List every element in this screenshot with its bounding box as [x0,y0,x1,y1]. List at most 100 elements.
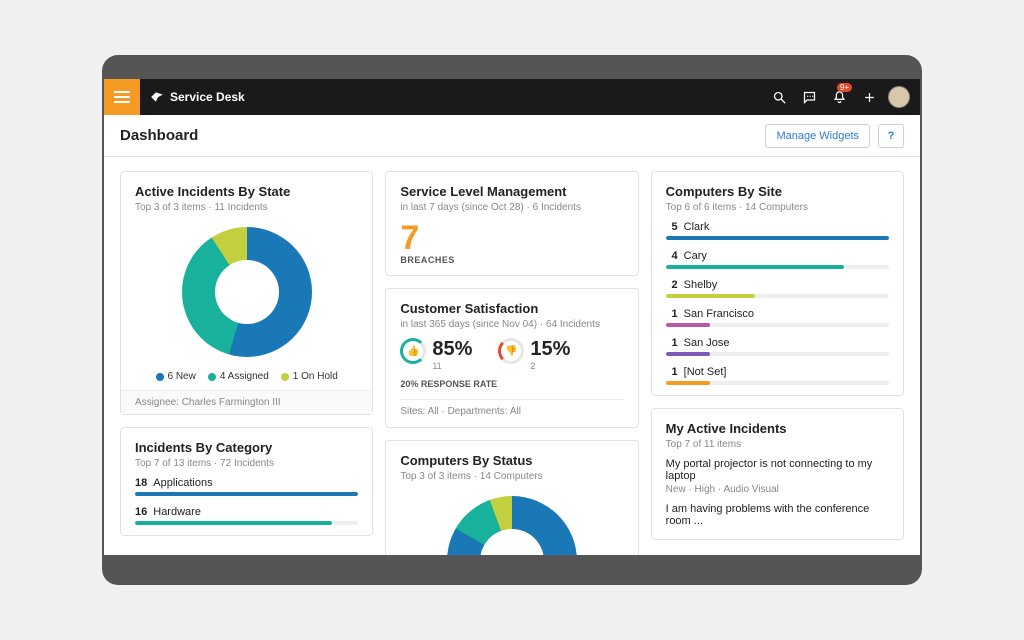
laptop-frame: Service Desk 9+ Dashboard Manage Widgets… [102,55,922,585]
bar-label: Applications [153,477,212,489]
bar-count: 2 [666,279,678,291]
page-title: Dashboard [120,127,198,144]
incident-meta: New · High · Audio Visual [666,484,889,495]
widget-active-incidents-by-state[interactable]: Active Incidents By State Top 3 of 3 ite… [120,171,373,415]
widget-footer: Assignee: Charles Farmington III [121,390,372,414]
app-brand: Service Desk [150,90,245,104]
widget-customer-satisfaction[interactable]: Customer Satisfaction in last 365 days (… [385,288,638,428]
csat-filters: Sites: All · Departments: All [400,399,623,417]
bar-fill [666,265,845,269]
bar-list-categories: 18 Applications 16 Hardware [135,477,358,525]
widget-computers-by-status[interactable]: Computers By Status Top 3 of 3 items · 1… [385,440,638,555]
bar-track [666,352,889,356]
bar-fill [666,236,889,240]
bar-count: 5 [666,221,678,233]
chat-button[interactable] [794,79,824,115]
bar-label: Cary [684,250,707,262]
sla-breach-label: BREACHES [400,255,623,265]
bar-label: Hardware [153,506,201,518]
bar-count: 16 [135,506,147,518]
donut-chart [447,496,577,555]
bar-track [666,323,889,327]
bar-fill [666,352,711,356]
dashboard-column-3: Computers By Site Top 6 of 6 items · 14 … [651,171,904,555]
widget-my-active-incidents[interactable]: My Active Incidents Top 7 of 11 items My… [651,408,904,540]
bar-fill [135,492,358,496]
incident-item[interactable]: I am having problems with the conference… [666,503,889,527]
dashboard-column-1: Active Incidents By State Top 3 of 3 ite… [120,171,373,555]
bar-track [135,492,358,496]
bar-row[interactable]: 5 Clark [666,221,889,240]
bar-fill [666,381,711,385]
donut-chart-wrap [135,221,358,361]
bar-track [666,381,889,385]
legend-new: 6 New [156,371,196,382]
bar-fill [666,294,755,298]
add-button[interactable] [854,79,884,115]
app-name: Service Desk [170,90,245,104]
bar-row[interactable]: 18 Applications [135,477,358,496]
chat-icon [802,90,817,105]
bar-row[interactable]: 1 [Not Set] [666,366,889,385]
manage-widgets-button[interactable]: Manage Widgets [765,124,870,148]
bar-label: San Jose [684,337,730,349]
dashboard-column-2: Service Level Management in last 7 days … [385,171,638,555]
widget-title: Active Incidents By State [135,184,358,199]
legend-onhold: 1 On Hold [281,371,338,382]
notifications-button[interactable]: 9+ [824,79,854,115]
dashboard-grid: Active Incidents By State Top 3 of 3 ite… [104,157,920,555]
widget-title: Computers By Site [666,184,889,199]
bar-row[interactable]: 2Shelby [666,279,889,298]
widget-title: Incidents By Category [135,440,358,455]
widget-subtitle: in last 7 days (since Oct 28) · 6 Incide… [400,202,623,213]
bar-fill [135,521,332,525]
bar-track [666,265,889,269]
bar-count: 1 [666,308,678,320]
bar-row[interactable]: 1San Jose [666,337,889,356]
bar-row[interactable]: 16 Hardware [135,506,358,525]
sla-breach-count: 7 [400,221,623,255]
incident-item[interactable]: My portal projector is not connecting to… [666,458,889,495]
response-rate: 20% RESPONSE RATE [400,379,623,389]
csat-negative: 👎 15% 2 [498,338,570,371]
csat-positive: 👍 85% 11 [400,338,472,371]
widget-sla[interactable]: Service Level Management in last 7 days … [385,171,638,276]
widget-subtitle: Top 3 of 3 items · 14 Computers [400,471,623,482]
donut-chart-wrap [400,490,623,555]
bar-count: 18 [135,477,147,489]
widget-incidents-by-category[interactable]: Incidents By Category Top 7 of 13 items … [120,427,373,536]
legend-assigned: 4 Assigned [208,371,269,382]
page-header: Dashboard Manage Widgets ? [104,115,920,157]
widget-computers-by-site[interactable]: Computers By Site Top 6 of 6 items · 14 … [651,171,904,396]
satisfaction-row: 👍 85% 11 👎 15% 2 [400,338,623,371]
bar-track [666,294,889,298]
user-avatar[interactable] [888,86,910,108]
bar-track [135,521,358,525]
thumbs-up-icon: 👍 [400,338,426,364]
widget-subtitle: in last 365 days (since Nov 04) · 64 Inc… [400,319,623,330]
widget-title: Computers By Status [400,453,623,468]
incident-title: My portal projector is not connecting to… [666,458,889,482]
thumbs-down-icon: 👎 [498,338,524,364]
incident-title: I am having problems with the conference… [666,503,889,527]
menu-button[interactable] [104,79,140,115]
bar-label: [Not Set] [684,366,727,378]
search-button[interactable] [764,79,794,115]
plus-icon [862,90,877,105]
widget-title: Customer Satisfaction [400,301,623,316]
widget-subtitle: Top 7 of 13 items · 72 Incidents [135,458,358,469]
bar-count: 4 [666,250,678,262]
donut-chart [182,227,312,357]
bar-track [666,236,889,240]
incident-list: My portal projector is not connecting to… [666,458,889,527]
top-app-bar: Service Desk 9+ [104,79,920,115]
bar-label: Clark [684,221,710,233]
bar-row[interactable]: 1San Francisco [666,308,889,327]
help-button[interactable]: ? [878,124,904,148]
bird-logo-icon [150,90,164,104]
bar-count: 1 [666,366,678,378]
widget-subtitle: Top 6 of 6 items · 14 Computers [666,202,889,213]
bar-fill [666,323,711,327]
bar-row[interactable]: 4 Cary [666,250,889,269]
search-icon [772,90,787,105]
